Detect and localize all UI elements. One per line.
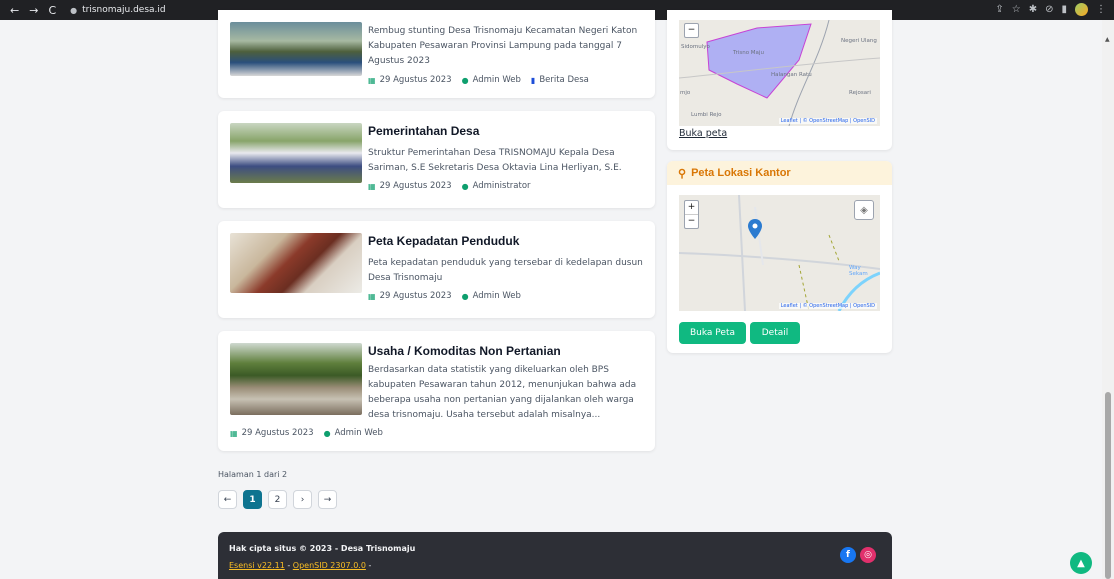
back-to-top-button[interactable]: ▲: [1070, 552, 1092, 574]
office-map-title: Peta Lokasi Kantor: [691, 167, 791, 179]
map-label: Lumbi Rejo: [691, 112, 722, 118]
wilayah-map-card: − Sidomulyo Trisno Maju Negeri Ulang Hal…: [667, 10, 892, 150]
article-date: 29 Agustus 2023: [241, 428, 314, 438]
office-map-card: ⚲ Peta Lokasi Kantor + − ◈ Way Sekam Lea…: [667, 161, 892, 353]
bookmark-icon: ▮: [530, 75, 536, 85]
article-excerpt: Struktur Pemerintahan Desa TRISNOMAJU Ke…: [368, 148, 622, 173]
site-footer: Hak cipta situs © 2023 - Desa Trisnomaju…: [218, 532, 892, 579]
office-zoom-control: + −: [684, 200, 699, 229]
extension-icon[interactable]: ⊘: [1045, 4, 1053, 15]
article-thumbnail[interactable]: [230, 123, 362, 183]
article-author[interactable]: Admin Web: [473, 291, 521, 301]
article-date: 29 Agustus 2023: [379, 181, 452, 191]
copyright-text: Hak cipta situs © 2023 - Desa Trisnomaju: [229, 544, 416, 553]
article-card[interactable]: Peta Kepadatan Penduduk Peta kepadatan p…: [218, 221, 655, 318]
map-pin-icon: ⚲: [678, 167, 687, 180]
page-1-button[interactable]: 1: [243, 490, 262, 509]
map-label: Sidomulyo: [681, 44, 710, 50]
article-title[interactable]: Pemerintahan Desa: [368, 124, 479, 138]
article-thumbnail[interactable]: [230, 343, 362, 415]
page-count-label: Halaman 1 dari 2: [218, 470, 288, 479]
last-page-button[interactable]: →: [318, 490, 337, 509]
scrollbar-thumb[interactable]: [1105, 392, 1111, 579]
map-label: mjo: [680, 90, 691, 96]
scroll-up-icon[interactable]: ▲: [1105, 36, 1110, 43]
zoom-out-button[interactable]: −: [685, 214, 698, 228]
office-map-header: ⚲ Peta Lokasi Kantor: [667, 161, 892, 185]
esensi-link[interactable]: Esensi v22.11: [229, 561, 285, 570]
wilayah-map[interactable]: − Sidomulyo Trisno Maju Negeri Ulang Hal…: [679, 20, 880, 126]
map-attribution[interactable]: Leaflet | © OpenStreetMap | OpenSID: [778, 303, 877, 309]
calendar-icon: ▦: [230, 428, 238, 438]
zoom-out-button[interactable]: −: [685, 24, 698, 37]
article-meta: ▦ 29 Agustus 2023 ● Administrator: [368, 181, 531, 191]
bookmark-star-icon[interactable]: ☆: [1012, 4, 1021, 15]
calendar-icon: ▦: [368, 181, 376, 191]
map-label: Rejosari: [849, 90, 871, 96]
detail-button[interactable]: Detail: [750, 322, 800, 344]
version-separator: -: [284, 561, 293, 570]
article-category[interactable]: Berita Desa: [539, 75, 589, 85]
back-icon[interactable]: ←: [10, 4, 19, 17]
page-2-button[interactable]: 2: [268, 490, 287, 509]
zoom-in-button[interactable]: +: [685, 201, 698, 214]
calendar-icon: ▦: [368, 291, 376, 301]
article-meta: ▦ 29 Agustus 2023 ● Admin Web ▮ Berita Desa: [368, 75, 589, 85]
user-icon: ●: [461, 291, 469, 301]
article-title[interactable]: Peta Kepadatan Penduduk: [368, 234, 519, 248]
article-date: 29 Agustus 2023: [379, 291, 452, 301]
office-map-graphic: [679, 195, 880, 311]
map-label: Trisno Maju: [733, 50, 764, 56]
user-icon: ●: [323, 428, 331, 438]
pagination: ← 1 2 › →: [218, 490, 337, 509]
map-label: Way Sekam: [849, 265, 868, 277]
menu-icon[interactable]: ⋮: [1096, 4, 1106, 15]
reload-icon[interactable]: C: [48, 4, 56, 17]
article-card[interactable]: Rembug stunting Desa Trisnomaju Kecamata…: [218, 10, 655, 98]
share-icon[interactable]: ⇪: [995, 4, 1003, 15]
article-excerpt: Peta kepadatan penduduk yang tersebar di…: [368, 258, 643, 283]
next-page-button[interactable]: ›: [293, 490, 312, 509]
lock-icon[interactable]: ●: [70, 6, 77, 15]
user-icon: ●: [461, 75, 469, 85]
article-thumbnail[interactable]: [230, 233, 362, 293]
article-author[interactable]: Administrator: [473, 181, 531, 191]
address-bar[interactable]: trisnomaju.desa.id: [82, 5, 166, 15]
instagram-icon[interactable]: ◎: [860, 547, 876, 563]
article-card[interactable]: Pemerintahan Desa Struktur Pemerintahan …: [218, 111, 655, 208]
page-scrollbar[interactable]: ▲: [1102, 20, 1114, 579]
facebook-icon[interactable]: f: [840, 547, 856, 563]
forward-icon[interactable]: →: [29, 4, 38, 17]
version-line: Esensi v22.11 - OpenSID 2307.0.0 -: [229, 561, 371, 570]
wilayah-zoom-control[interactable]: −: [684, 23, 699, 38]
calendar-icon: ▦: [368, 75, 376, 85]
article-excerpt: Rembug stunting Desa Trisnomaju Kecamata…: [368, 26, 638, 66]
map-attribution[interactable]: Leaflet | © OpenStreetMap | OpenSID: [778, 118, 877, 124]
first-page-button[interactable]: ←: [218, 490, 237, 509]
version-tail: -: [365, 561, 372, 570]
article-author[interactable]: Admin Web: [335, 428, 383, 438]
article-meta: ▦ 29 Agustus 2023 ● Admin Web: [230, 428, 383, 438]
article-excerpt: Berdasarkan data statistik yang dikeluar…: [368, 365, 637, 420]
article-title[interactable]: Usaha / Komoditas Non Pertanian: [368, 344, 561, 358]
map-label: Negeri Ulang: [841, 38, 877, 44]
open-map-button[interactable]: Buka Peta: [679, 322, 746, 344]
sidepanel-icon[interactable]: ▮: [1061, 4, 1067, 15]
article-author[interactable]: Admin Web: [473, 75, 521, 85]
article-card[interactable]: Usaha / Komoditas Non Pertanian Berdasar…: [218, 331, 655, 451]
avatar[interactable]: [1075, 3, 1088, 16]
map-marker-icon[interactable]: [748, 219, 762, 239]
user-icon: ●: [461, 181, 469, 191]
office-map[interactable]: + − ◈ Way Sekam Leaflet | © OpenStreetMa…: [679, 195, 880, 311]
article-meta: ▦ 29 Agustus 2023 ● Admin Web: [368, 291, 521, 301]
layers-icon[interactable]: ◈: [854, 200, 874, 220]
opensid-link[interactable]: OpenSID 2307.0.0: [293, 561, 366, 570]
article-date: 29 Agustus 2023: [379, 75, 452, 85]
extensions-icon[interactable]: ✱: [1029, 4, 1037, 15]
open-map-link[interactable]: Buka peta: [679, 128, 727, 139]
map-label: Halangan Ratu: [771, 72, 812, 78]
article-thumbnail[interactable]: [230, 22, 362, 76]
